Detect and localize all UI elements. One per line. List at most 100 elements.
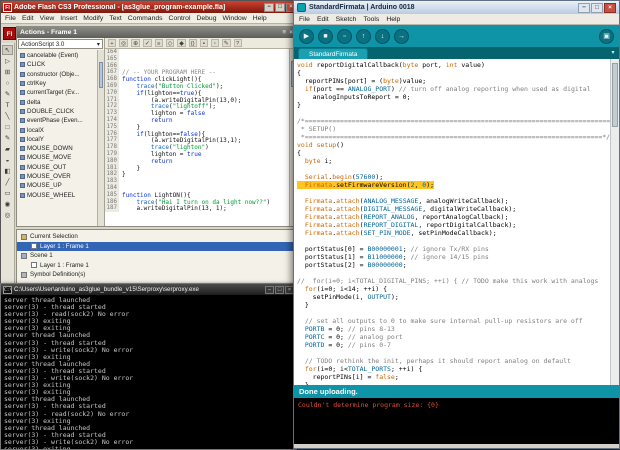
stop-button[interactable]: ■	[318, 29, 333, 44]
flash-menu-text[interactable]: Text	[109, 15, 121, 22]
zoom-tool[interactable]: ◎	[2, 210, 13, 220]
actionscript-version-dropdown[interactable]: ActionScript 3.0 ▾	[18, 39, 103, 49]
arduino-code-editor[interactable]: void reportDigitalCallback(byte port, in…	[294, 59, 619, 385]
flash-menu-file[interactable]: File	[5, 15, 16, 22]
arduino-menu-tools[interactable]: Tools	[363, 16, 379, 23]
close-button[interactable]: ×	[604, 3, 616, 13]
add-script-icon[interactable]: +	[108, 39, 116, 47]
tree-item[interactable]: eventPhase (Even...	[17, 116, 104, 125]
arduino-menu-help[interactable]: Help	[386, 16, 400, 23]
script-assist-icon[interactable]: ✎	[222, 39, 231, 47]
flash-menu-insert[interactable]: Insert	[60, 15, 77, 22]
flash-menu-view[interactable]: View	[40, 15, 55, 22]
minimize-button[interactable]: −	[578, 3, 590, 13]
tree-item[interactable]: MOUSE_DOWN	[17, 144, 104, 153]
eraser-tool[interactable]: ▭	[2, 188, 13, 198]
line-number: 168	[105, 76, 119, 83]
arduino-menu-edit[interactable]: Edit	[317, 16, 329, 23]
flash-menu-debug[interactable]: Debug	[196, 15, 216, 22]
tree-item-label: eventPhase (Even...	[27, 117, 83, 124]
paint-bucket-tool[interactable]: ◧	[2, 166, 13, 176]
free-transform-tool[interactable]: ⊞	[2, 67, 13, 77]
collapse-braces-icon[interactable]: {}	[189, 39, 197, 47]
tree-item[interactable]: constructor (Obje...	[17, 70, 104, 79]
line-tool[interactable]: ╲	[2, 111, 13, 121]
open-button[interactable]: ↑	[356, 29, 371, 44]
code-line: *=======================================…	[297, 133, 619, 141]
flash-menu-control[interactable]: Control	[169, 15, 191, 22]
maximize-button[interactable]: □	[591, 3, 603, 13]
debug-options-icon[interactable]: ◆	[177, 39, 185, 47]
insert-target-path-icon[interactable]: ⊕	[131, 39, 140, 47]
navigator-item[interactable]: Layer 1 : Frame 1	[17, 261, 296, 271]
cmd-output[interactable]: server thread launchedserver(3) - thread…	[1, 295, 296, 449]
tree-item[interactable]: MOUSE_MOVE	[17, 153, 104, 162]
flash-menu-window[interactable]: Window	[223, 15, 247, 22]
actions-code-editor[interactable]: 164 165 166 167// -- YOUR PROGRAM HERE -…	[105, 49, 296, 226]
new-button[interactable]: ▫	[337, 29, 352, 44]
tree-item[interactable]: ctrlKey	[17, 79, 104, 88]
scrollbar-thumb[interactable]	[612, 63, 618, 127]
flash-menu-modify[interactable]: Modify	[83, 15, 103, 22]
selection-tool[interactable]: ↖	[2, 45, 13, 55]
navigator-item[interactable]: Current Selection	[17, 232, 296, 242]
check-syntax-icon[interactable]: ✓	[143, 39, 152, 47]
tab-menu-icon[interactable]: ▾	[607, 48, 619, 59]
arduino-menu-sketch[interactable]: Sketch	[336, 16, 357, 23]
code-line: }	[297, 301, 619, 309]
maximize-button[interactable]: □	[275, 286, 284, 294]
actions-panel-header[interactable]: Actions - Frame 1 ≡ ×	[17, 27, 296, 38]
minimize-button[interactable]: −	[265, 286, 274, 294]
arduino-menu-file[interactable]: File	[299, 16, 310, 23]
code-line-text: * SETUP()	[297, 125, 336, 133]
lasso-tool[interactable]: ○	[2, 78, 13, 88]
tree-item[interactable]: CLICK	[17, 60, 104, 69]
expand-all-icon[interactable]: ▫	[211, 39, 219, 47]
ink-bottle-tool[interactable]: ◒	[2, 155, 13, 165]
tree-item[interactable]: currentTarget (Ev...	[17, 88, 104, 97]
maximize-button[interactable]: □	[275, 3, 285, 12]
subselection-tool[interactable]: ▷	[2, 56, 13, 66]
auto-format-icon[interactable]: ≡	[155, 39, 163, 47]
tab-standardfirmata[interactable]: StandardFirmata	[298, 48, 368, 59]
tree-item[interactable]: delta	[17, 97, 104, 106]
tree-item[interactable]: cancelable (Event)	[17, 51, 104, 60]
brush-tool[interactable]: ▰	[2, 144, 13, 154]
pencil-tool[interactable]: ✎	[2, 133, 13, 143]
navigator-item[interactable]: Layer 1 : Frame 1	[17, 242, 296, 252]
flash-title-bar[interactable]: Fl Adobe Flash CS3 Professional - [as3gl…	[1, 1, 298, 13]
find-icon[interactable]: ◎	[119, 39, 128, 47]
navigator-item[interactable]: Symbol Definition(s)	[17, 270, 296, 280]
navigator-item[interactable]: Scene 1	[17, 251, 296, 261]
flash-menu-commands[interactable]: Commands	[128, 15, 163, 22]
minimize-button[interactable]: −	[264, 3, 274, 12]
pen-tool[interactable]: ✎	[2, 89, 13, 99]
arduino-console[interactable]: Couldn't determine program size: {0}	[294, 398, 619, 444]
tree-scrollbar[interactable]	[97, 50, 104, 226]
flash-menu-edit[interactable]: Edit	[22, 15, 34, 22]
hand-tool[interactable]: ◉	[2, 199, 13, 209]
verify-button[interactable]: ▶	[299, 29, 314, 44]
arduino-title-bar[interactable]: StandardFirmata | Arduino 0018 − □ ×	[294, 1, 619, 14]
tree-item[interactable]: MOUSE_WHEEL	[17, 190, 104, 199]
collapse-selection-icon[interactable]: ▪	[200, 39, 208, 47]
tree-item[interactable]: MOUSE_OUT	[17, 163, 104, 172]
flash-menu-help[interactable]: Help	[253, 15, 267, 22]
help-icon[interactable]: ?	[234, 39, 242, 47]
editor-scrollbar[interactable]	[610, 59, 619, 385]
rectangle-tool[interactable]: □	[2, 122, 13, 132]
tree-item[interactable]: localY	[17, 135, 104, 144]
save-button[interactable]: ↓	[375, 29, 390, 44]
show-code-hint-icon[interactable]: ◇	[166, 39, 174, 47]
panel-menu-icon[interactable]: ≡	[282, 29, 286, 36]
serial-monitor-button[interactable]: ▣	[599, 29, 614, 44]
eyedropper-tool[interactable]: ╱	[2, 177, 13, 187]
scrollbar-thumb[interactable]	[99, 62, 103, 88]
tree-item[interactable]: MOUSE_OVER	[17, 172, 104, 181]
tree-item[interactable]: DOUBLE_CLICK	[17, 107, 104, 116]
tree-item[interactable]: MOUSE_UP	[17, 181, 104, 190]
tree-item[interactable]: localX	[17, 125, 104, 134]
cmd-title-bar[interactable]: C:\ C:\Users\User\arduino_as3glue_bundle…	[1, 284, 296, 295]
text-tool[interactable]: T	[2, 100, 13, 110]
upload-button[interactable]: →	[394, 29, 409, 44]
